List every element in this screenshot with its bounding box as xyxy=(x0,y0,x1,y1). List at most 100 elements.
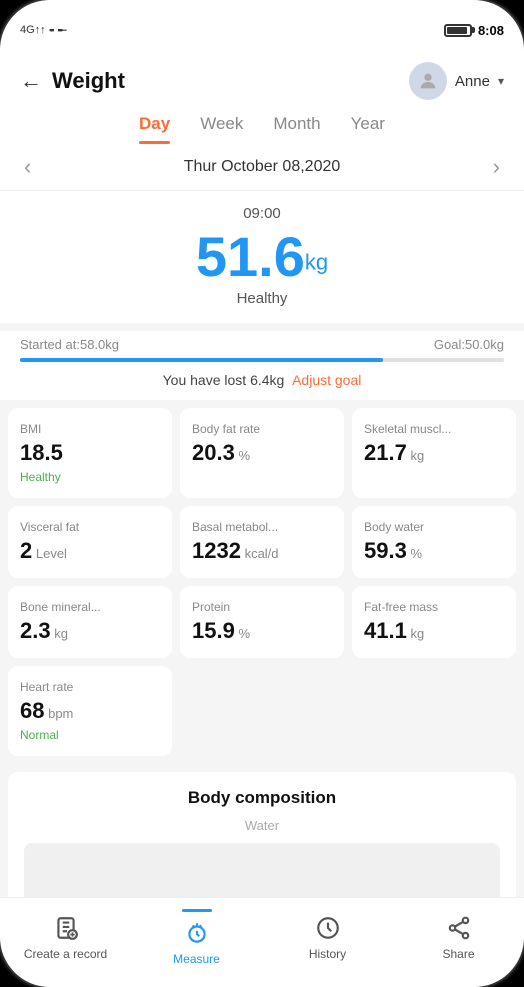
metrics-grid: BMI 18.5 Healthy Body fat rate 20.3 % Sk… xyxy=(0,400,524,764)
measure-active-indicator xyxy=(182,909,212,912)
battery-icon xyxy=(444,24,472,37)
measure-icon xyxy=(183,919,211,947)
share-icon xyxy=(445,914,473,942)
lost-text: You have lost 6.4kg xyxy=(163,372,285,388)
metric-body-water-label: Body water xyxy=(364,520,504,534)
body-composition-section: Body composition Water xyxy=(8,772,516,897)
nav-share[interactable]: Share xyxy=(393,914,524,961)
nav-create-record[interactable]: Create a record xyxy=(0,914,131,961)
history-icon xyxy=(314,914,342,942)
progress-bar-background xyxy=(20,358,504,362)
metric-bmi-value: 18.5 xyxy=(20,440,63,465)
metric-protein-unit: % xyxy=(235,626,250,641)
metric-basal-metabolic[interactable]: Basal metabol... 1232 kcal/d xyxy=(180,506,344,578)
status-right: 8:08 xyxy=(444,23,504,38)
progress-labels: Started at:58.0kg Goal:50.0kg xyxy=(20,337,504,352)
tab-year[interactable]: Year xyxy=(351,114,385,144)
start-label: Started at:58.0kg xyxy=(20,337,119,352)
metric-heart-rate-unit: bpm xyxy=(44,706,73,721)
metric-body-fat-value: 20.3 xyxy=(192,440,235,465)
metric-bone-mineral-value-row: 2.3 kg xyxy=(20,618,160,644)
metric-bone-mineral-label: Bone mineral... xyxy=(20,600,160,614)
metric-skeletal-muscle[interactable]: Skeletal muscl... 21.7 kg xyxy=(352,408,516,498)
dropdown-arrow-icon[interactable]: ▾ xyxy=(498,74,504,88)
goal-text: You have lost 6.4kg Adjust goal xyxy=(20,372,504,388)
metric-body-fat-unit: % xyxy=(235,448,250,463)
metric-heart-rate[interactable]: Heart rate 68 bpm Normal xyxy=(8,666,172,756)
bottom-nav: Create a record Measure xyxy=(0,897,524,987)
progress-section: Started at:58.0kg Goal:50.0kg You have l… xyxy=(0,331,524,400)
metric-body-water[interactable]: Body water 59.3 % xyxy=(352,506,516,578)
metric-skeletal-muscle-unit: kg xyxy=(407,448,424,463)
time-display: 8:08 xyxy=(478,23,504,38)
tab-month[interactable]: Month xyxy=(273,114,320,144)
tab-week[interactable]: Week xyxy=(200,114,243,144)
metric-visceral-fat[interactable]: Visceral fat 2 Level xyxy=(8,506,172,578)
body-composition-subtitle: Water xyxy=(24,818,500,833)
header-left: ← Weight xyxy=(20,68,125,94)
wifi-icon: ╸╾ xyxy=(50,22,67,39)
metric-bmi[interactable]: BMI 18.5 Healthy xyxy=(8,408,172,498)
adjust-goal-button[interactable]: Adjust goal xyxy=(292,372,361,388)
prev-date-button[interactable]: ‹ xyxy=(24,154,31,180)
progress-bar-fill xyxy=(20,358,383,362)
metric-heart-rate-value: 68 xyxy=(20,698,44,723)
metric-fat-free-mass-value: 41.1 xyxy=(364,618,407,643)
metric-body-water-value: 59.3 xyxy=(364,538,407,563)
metric-visceral-fat-value: 2 xyxy=(20,538,32,563)
metric-bone-mineral[interactable]: Bone mineral... 2.3 kg xyxy=(8,586,172,658)
goal-label: Goal:50.0kg xyxy=(434,337,504,352)
metric-body-water-unit: % xyxy=(407,546,422,561)
metric-bmi-value-row: 18.5 xyxy=(20,440,160,466)
create-record-icon xyxy=(52,914,80,942)
metric-protein[interactable]: Protein 15.9 % xyxy=(180,586,344,658)
create-record-label: Create a record xyxy=(24,947,107,961)
date-navigation: ‹ Thur October 08,2020 › xyxy=(0,144,524,191)
metric-basal-metabolic-unit: kcal/d xyxy=(241,546,279,561)
user-name[interactable]: Anne xyxy=(455,73,490,90)
next-date-button[interactable]: › xyxy=(493,154,500,180)
metric-heart-rate-value-row: 68 bpm xyxy=(20,698,160,724)
header: ← Weight Anne ▾ xyxy=(0,50,524,100)
battery-fill xyxy=(447,27,467,34)
weight-display: 51.6kg xyxy=(20,226,504,288)
metric-body-fat-label: Body fat rate xyxy=(192,422,332,436)
nav-history[interactable]: History xyxy=(262,914,393,961)
nav-measure[interactable]: Measure xyxy=(131,909,262,966)
metric-basal-metabolic-label: Basal metabol... xyxy=(192,520,332,534)
avatar[interactable] xyxy=(409,62,447,100)
weight-status: Healthy xyxy=(20,290,504,307)
metric-fat-free-mass-value-row: 41.1 kg xyxy=(364,618,504,644)
metric-basal-metabolic-value: 1232 xyxy=(192,538,241,563)
metric-basal-metabolic-value-row: 1232 kcal/d xyxy=(192,538,332,564)
metric-bmi-status: Healthy xyxy=(20,470,160,484)
metric-protein-value-row: 15.9 % xyxy=(192,618,332,644)
share-label: Share xyxy=(442,947,474,961)
weight-value: 51.6 xyxy=(196,225,305,288)
metric-body-fat[interactable]: Body fat rate 20.3 % xyxy=(180,408,344,498)
metric-skeletal-muscle-label: Skeletal muscl... xyxy=(364,422,504,436)
metric-bone-mineral-unit: kg xyxy=(51,626,68,641)
body-composition-title: Body composition xyxy=(24,788,500,808)
content-scroll[interactable]: ← Weight Anne ▾ Day Week xyxy=(0,50,524,897)
tab-day[interactable]: Day xyxy=(139,114,170,144)
page-title: Weight xyxy=(52,68,125,94)
metric-protein-label: Protein xyxy=(192,600,332,614)
metric-body-fat-value-row: 20.3 % xyxy=(192,440,332,466)
metric-heart-rate-status: Normal xyxy=(20,728,160,742)
weight-section: 09:00 51.6kg Healthy xyxy=(0,191,524,323)
metric-bone-mineral-value: 2.3 xyxy=(20,618,51,643)
phone-frame: 4G↑↑ ╸╾ 8:08 ← Weight xyxy=(0,0,524,987)
history-label: History xyxy=(309,947,346,961)
back-button[interactable]: ← xyxy=(20,68,42,94)
current-date: Thur October 08,2020 xyxy=(184,158,341,176)
measurement-time: 09:00 xyxy=(20,205,504,222)
status-bar: 4G↑↑ ╸╾ 8:08 xyxy=(0,0,524,50)
metric-skeletal-muscle-value-row: 21.7 kg xyxy=(364,440,504,466)
metric-body-water-value-row: 59.3 % xyxy=(364,538,504,564)
metric-fat-free-mass[interactable]: Fat-free mass 41.1 kg xyxy=(352,586,516,658)
metric-protein-value: 15.9 xyxy=(192,618,235,643)
metric-visceral-fat-value-row: 2 Level xyxy=(20,538,160,564)
metric-bmi-label: BMI xyxy=(20,422,160,436)
weight-unit: kg xyxy=(305,250,328,275)
